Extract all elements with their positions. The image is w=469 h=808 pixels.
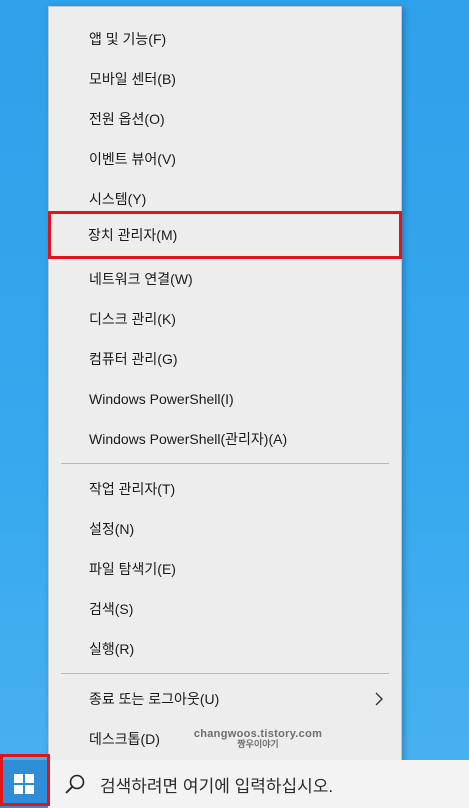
- menu-item-event-viewer[interactable]: 이벤트 뷰어(V): [49, 139, 401, 179]
- menu-item-run[interactable]: 실행(R): [49, 629, 401, 669]
- menu-item-label: 설정(N): [89, 521, 135, 537]
- taskbar-search-box[interactable]: 검색하려면 여기에 입력하십시오.: [48, 760, 469, 808]
- menu-item-file-explorer[interactable]: 파일 탐색기(E): [49, 549, 401, 589]
- menu-item-network-connections[interactable]: 네트워크 연결(W): [49, 259, 401, 299]
- menu-item-label: 시스템(Y): [89, 191, 147, 207]
- menu-item-device-manager[interactable]: 장치 관리자(M): [48, 211, 402, 259]
- menu-item-label: 작업 관리자(T): [89, 481, 176, 497]
- start-button-highlight: [0, 754, 50, 806]
- menu-item-label: Windows PowerShell(I): [89, 391, 234, 407]
- menu-item-task-manager[interactable]: 작업 관리자(T): [49, 469, 401, 509]
- menu-item-search[interactable]: 검색(S): [49, 589, 401, 629]
- menu-item-label: 이벤트 뷰어(V): [89, 151, 176, 167]
- menu-item-label: 파일 탐색기(E): [89, 561, 176, 577]
- menu-separator: [61, 673, 389, 674]
- menu-item-shutdown-signout[interactable]: 종료 또는 로그아웃(U): [49, 679, 401, 719]
- taskbar: 검색하려면 여기에 입력하십시오.: [0, 760, 469, 808]
- watermark-title: 짱우이야기: [237, 739, 279, 750]
- menu-item-powershell[interactable]: Windows PowerShell(I): [49, 379, 401, 419]
- watermark: changwoos.tistory.com 짱우이야기: [178, 728, 338, 750]
- menu-item-label: 장치 관리자(M): [88, 227, 178, 243]
- menu-item-label: 디스크 관리(K): [89, 311, 176, 327]
- menu-item-label: 네트워크 연결(W): [89, 271, 193, 287]
- menu-item-disk-management[interactable]: 디스크 관리(K): [49, 299, 401, 339]
- menu-item-label: 데스크톱(D): [89, 731, 160, 747]
- menu-item-powershell-admin[interactable]: Windows PowerShell(관리자)(A): [49, 419, 401, 459]
- menu-item-label: 모바일 센터(B): [89, 71, 176, 87]
- chevron-right-icon: [375, 692, 383, 706]
- menu-item-mobility-center[interactable]: 모바일 센터(B): [49, 59, 401, 99]
- menu-item-label: 실행(R): [89, 641, 135, 657]
- menu-item-apps-features[interactable]: 앱 및 기능(F): [49, 19, 401, 59]
- winx-context-menu: 앱 및 기능(F) 모바일 센터(B) 전원 옵션(O) 이벤트 뷰어(V) 시…: [48, 6, 402, 766]
- search-icon: [65, 774, 85, 794]
- menu-item-computer-management[interactable]: 컴퓨터 관리(G): [49, 339, 401, 379]
- menu-item-label: 종료 또는 로그아웃(U): [89, 691, 220, 707]
- menu-item-label: 전원 옵션(O): [89, 111, 165, 127]
- menu-item-settings[interactable]: 설정(N): [49, 509, 401, 549]
- menu-separator: [61, 463, 389, 464]
- search-placeholder: 검색하려면 여기에 입력하십시오.: [100, 776, 334, 796]
- menu-item-label: 앱 및 기능(F): [89, 31, 167, 47]
- menu-item-label: Windows PowerShell(관리자)(A): [89, 431, 288, 447]
- menu-item-label: 검색(S): [89, 601, 134, 617]
- menu-item-power-options[interactable]: 전원 옵션(O): [49, 99, 401, 139]
- menu-item-label: 컴퓨터 관리(G): [89, 351, 178, 367]
